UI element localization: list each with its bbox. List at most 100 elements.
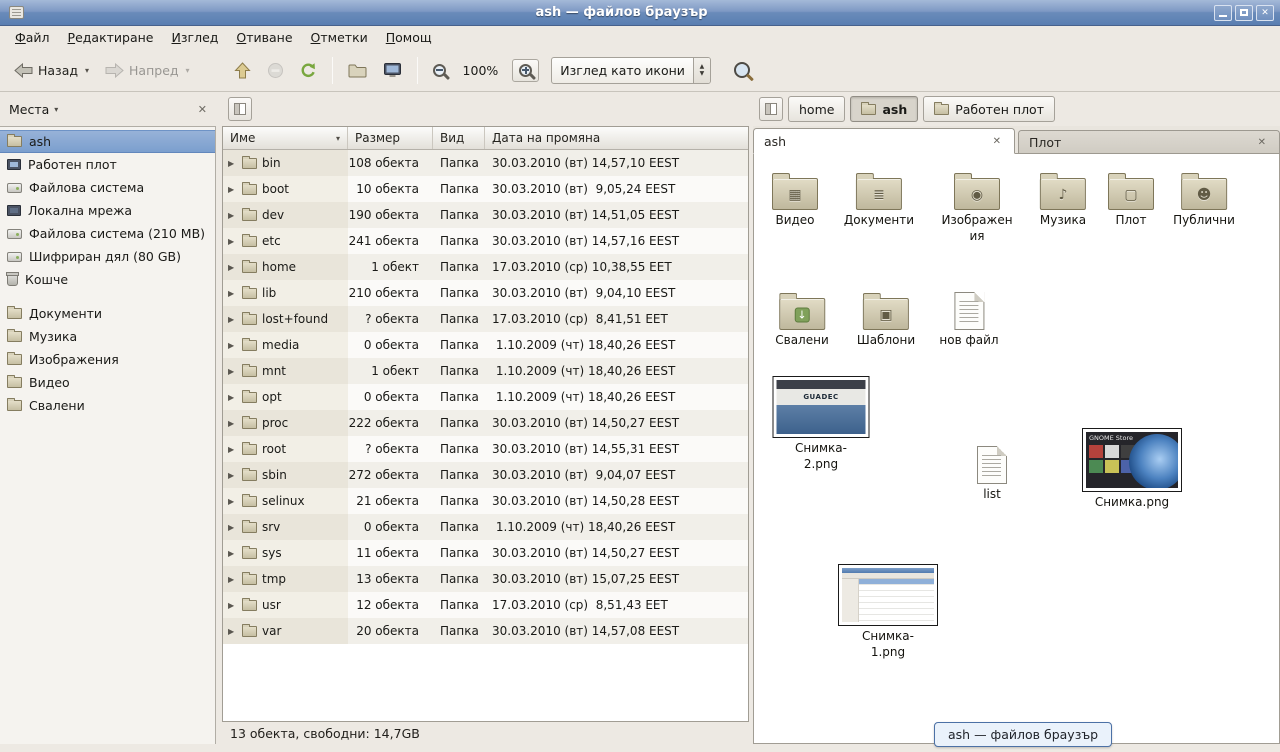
view-mode-combo[interactable]: Изглед като икони ▲▼ (551, 57, 711, 84)
expander-icon[interactable]: ▶ (228, 289, 237, 298)
location-toggle-button[interactable] (228, 97, 252, 121)
expander-icon[interactable]: ▶ (228, 471, 237, 480)
tab[interactable]: ash✕ (753, 128, 1015, 154)
icon-item[interactable]: GUADECСнимка-2.png (773, 376, 870, 472)
expander-icon[interactable]: ▶ (228, 237, 237, 246)
icon-item[interactable]: Снимка-1.png (838, 564, 938, 660)
places-item[interactable]: ash (0, 130, 215, 153)
file-row[interactable]: ▶srv0 обектаПапка 1.10.2009 (чт) 18,40,2… (223, 514, 748, 540)
places-item[interactable]: Локална мрежа (0, 199, 215, 222)
file-row[interactable]: ▶root? обектаПапка30.03.2010 (вт) 14,55,… (223, 436, 748, 462)
file-row[interactable]: ▶var20 обектаПапка30.03.2010 (вт) 14,57,… (223, 618, 748, 644)
file-row[interactable]: ▶bin108 обектаПапка30.03.2010 (вт) 14,57… (223, 150, 748, 176)
icon-item[interactable]: ♪Музика (1040, 170, 1086, 229)
file-row[interactable]: ▶usr12 обектаПапка17.03.2010 (ср) 8,51,4… (223, 592, 748, 618)
places-item[interactable]: Файлова система (0, 176, 215, 199)
expander-icon[interactable]: ▶ (228, 159, 237, 168)
icon-item[interactable]: ▣Шаблони (857, 290, 915, 349)
pathbar-button[interactable]: ash (850, 96, 918, 122)
expander-icon[interactable]: ▶ (228, 601, 237, 610)
file-row[interactable]: ▶sbin272 обектаПапка30.03.2010 (вт) 9,04… (223, 462, 748, 488)
file-row[interactable]: ▶home1 обектПапка17.03.2010 (ср) 10,38,5… (223, 254, 748, 280)
search-button[interactable] (727, 57, 757, 83)
combo-spinner-icon[interactable]: ▲▼ (693, 58, 710, 83)
file-row[interactable]: ▶lost+found? обектаПапка17.03.2010 (ср) … (223, 306, 748, 332)
back-button[interactable]: Назад ▾ (7, 58, 96, 83)
titlebar[interactable]: ash — файлов браузър ✕ (0, 0, 1280, 26)
menu-item[interactable]: Редактиране (59, 28, 163, 47)
places-title[interactable]: Места (9, 102, 49, 117)
expander-icon[interactable]: ▶ (228, 627, 237, 636)
forward-button[interactable]: Напред ▾ (98, 58, 197, 83)
column-header-date[interactable]: Дата на промяна (485, 127, 748, 149)
tab[interactable]: Плот✕ (1018, 130, 1280, 153)
places-dropdown-icon[interactable]: ▾ (54, 105, 58, 114)
places-item[interactable]: Изображения (0, 348, 215, 371)
icon-item[interactable]: GNOME StoreСнимка.png (1082, 428, 1182, 511)
column-header-type[interactable]: Вид (433, 127, 485, 149)
places-item[interactable]: Свалени (0, 394, 215, 417)
places-item[interactable]: Кошче (0, 268, 215, 291)
file-row[interactable]: ▶sys11 обектаПапка30.03.2010 (вт) 14,50,… (223, 540, 748, 566)
icon-item[interactable]: list (977, 444, 1007, 503)
maximize-button[interactable] (1235, 5, 1253, 21)
expander-icon[interactable]: ▶ (228, 393, 237, 402)
icon-item[interactable]: ☻Публични (1173, 170, 1235, 229)
places-item[interactable]: Файлова система (210 MB) (0, 222, 215, 245)
file-row[interactable]: ▶selinux21 обектаПапка30.03.2010 (вт) 14… (223, 488, 748, 514)
file-row[interactable]: ▶dev190 обектаПапка30.03.2010 (вт) 14,51… (223, 202, 748, 228)
expander-icon[interactable]: ▶ (228, 185, 237, 194)
menu-item[interactable]: Файл (6, 28, 59, 47)
menu-item[interactable]: Изглед (163, 28, 228, 47)
expander-icon[interactable]: ▶ (228, 419, 237, 428)
reload-button[interactable] (293, 57, 324, 84)
zoom-in-button[interactable] (512, 59, 539, 82)
icon-item[interactable]: нов файл (939, 290, 998, 349)
places-item[interactable]: Документи (0, 302, 215, 325)
file-row[interactable]: ▶mnt1 обектПапка 1.10.2009 (чт) 18,40,26… (223, 358, 748, 384)
expander-icon[interactable]: ▶ (228, 367, 237, 376)
close-button[interactable]: ✕ (1256, 5, 1274, 21)
expander-icon[interactable]: ▶ (228, 263, 237, 272)
back-history-dropdown-icon[interactable]: ▾ (85, 66, 89, 75)
file-row[interactable]: ▶boot10 обектаПапка30.03.2010 (вт) 9,05,… (223, 176, 748, 202)
expander-icon[interactable]: ▶ (228, 549, 237, 558)
icon-item[interactable]: ▦Видео (772, 170, 818, 229)
places-item[interactable]: Шифриран дял (80 GB) (0, 245, 215, 268)
up-button[interactable] (227, 57, 258, 84)
home-button[interactable] (341, 58, 374, 83)
menu-item[interactable]: Отметки (302, 28, 377, 47)
zoom-out-button[interactable] (426, 59, 453, 82)
file-row[interactable]: ▶lib210 обектаПапка30.03.2010 (вт) 9,04,… (223, 280, 748, 306)
expander-icon[interactable]: ▶ (228, 211, 237, 220)
places-close-icon[interactable]: ✕ (198, 103, 207, 116)
icon-item[interactable]: ◉Изображения (939, 170, 1015, 244)
file-row[interactable]: ▶tmp13 обектаПапка30.03.2010 (вт) 15,07,… (223, 566, 748, 592)
minimize-button[interactable] (1214, 5, 1232, 21)
expander-icon[interactable]: ▶ (228, 523, 237, 532)
expander-icon[interactable]: ▶ (228, 575, 237, 584)
tab-close-icon[interactable]: ✕ (990, 135, 1004, 148)
places-item[interactable]: Работен плот (0, 153, 215, 176)
tab-close-icon[interactable]: ✕ (1255, 136, 1269, 149)
places-item[interactable]: Видео (0, 371, 215, 394)
file-row[interactable]: ▶proc222 обектаПапка30.03.2010 (вт) 14,5… (223, 410, 748, 436)
menu-item[interactable]: Отиване (227, 28, 301, 47)
stop-button[interactable] (260, 57, 291, 84)
expander-icon[interactable]: ▶ (228, 445, 237, 454)
expander-icon[interactable]: ▶ (228, 497, 237, 506)
expander-icon[interactable]: ▶ (228, 341, 237, 350)
pathbar-button[interactable]: home (788, 96, 845, 122)
column-header-name[interactable]: Име▾ (223, 127, 348, 149)
forward-history-dropdown-icon[interactable]: ▾ (186, 66, 190, 75)
icon-item[interactable]: ▢Плот (1108, 170, 1154, 229)
file-row[interactable]: ▶etc241 обектаПапка30.03.2010 (вт) 14,57… (223, 228, 748, 254)
file-row[interactable]: ▶opt0 обектаПапка 1.10.2009 (чт) 18,40,2… (223, 384, 748, 410)
menu-item[interactable]: Помощ (377, 28, 441, 47)
pathbar-toggle-button[interactable] (759, 97, 783, 121)
computer-button[interactable] (376, 57, 409, 83)
file-row[interactable]: ▶media0 обектаПапка 1.10.2009 (чт) 18,40… (223, 332, 748, 358)
expander-icon[interactable]: ▶ (228, 315, 237, 324)
column-header-size[interactable]: Размер (348, 127, 433, 149)
pathbar-button[interactable]: Работен плот (923, 96, 1055, 122)
